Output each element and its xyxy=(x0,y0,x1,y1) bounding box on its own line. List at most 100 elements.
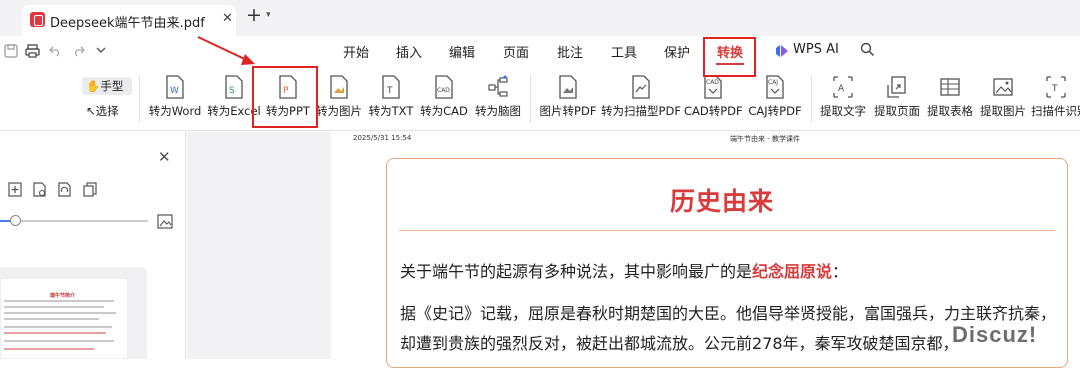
search-icon[interactable] xyxy=(860,42,875,57)
tab-annotate[interactable]: 批注 xyxy=(557,42,583,61)
thumbnail-text-line xyxy=(4,318,99,320)
annotation-arrow-icon xyxy=(197,36,255,65)
new-tab-button[interactable]: + xyxy=(246,4,262,26)
image-doc-icon xyxy=(330,75,348,99)
chevron-down-icon[interactable] xyxy=(96,47,106,54)
tab-edit[interactable]: 编辑 xyxy=(449,42,475,61)
image-to-pdf-icon xyxy=(559,75,577,99)
extract-text-button[interactable]: A 提取文字 xyxy=(818,75,868,125)
duplicate-page-icon[interactable] xyxy=(83,182,97,197)
image-icon[interactable] xyxy=(157,214,173,229)
thumbnail-text-line xyxy=(4,306,104,308)
thumbnail-text-line xyxy=(4,332,106,334)
close-tab-icon[interactable]: ✕ xyxy=(222,11,233,26)
convert-to-image-button[interactable]: 转为图片 xyxy=(315,75,363,125)
extract-table-button[interactable]: 提取表格 xyxy=(925,75,975,125)
redo-icon[interactable] xyxy=(72,44,85,57)
caj-to-pdf-button[interactable]: CAJ CAJ转PDF xyxy=(746,75,804,125)
page-header-text: 端午节由来 - 教学课件 xyxy=(730,135,800,143)
tab-insert[interactable]: 插入 xyxy=(396,42,422,61)
svg-text:CAD: CAD xyxy=(706,79,719,86)
tab-tools[interactable]: 工具 xyxy=(611,42,637,61)
close-panel-icon[interactable]: ✕ xyxy=(158,148,171,166)
divider xyxy=(139,75,140,123)
mindmap-icon xyxy=(488,75,508,97)
thumbnail-text-line xyxy=(4,300,114,302)
page-settings-icon[interactable] xyxy=(33,182,47,197)
word-doc-icon: W xyxy=(166,75,184,99)
hand-icon: ✋ xyxy=(86,79,101,93)
paragraph: 却遭到贵族的强烈反对，被赶出都城流放。公元前278年，秦军攻破楚国京都， xyxy=(400,334,959,353)
document-tab-title: Deepseek端午节由来.pdf xyxy=(50,16,205,31)
zoom-slider-handle[interactable] xyxy=(10,215,21,226)
pdf-icon xyxy=(30,12,45,27)
thumbnail-panel: ✕ 端午节简介 xyxy=(0,132,186,359)
tab-page[interactable]: 页面 xyxy=(503,42,529,61)
divider xyxy=(530,75,531,123)
ppt-doc-icon: P xyxy=(279,75,297,99)
thumbnail-title: 端午节简介 xyxy=(50,293,76,299)
thumbnail-text-line xyxy=(4,312,116,314)
svg-text:CAJ: CAJ xyxy=(768,79,778,86)
image-to-pdf-button[interactable]: 图片转PDF xyxy=(539,75,597,125)
extract-image-icon xyxy=(993,78,1013,96)
active-tab-indicator xyxy=(716,63,744,65)
convert-to-txt-button[interactable]: T 转为TXT xyxy=(367,75,415,125)
tab-protect[interactable]: 保护 xyxy=(664,42,690,61)
thumbnail-text-line xyxy=(4,348,94,350)
cad-to-pdf-icon: CAD xyxy=(704,75,722,99)
convert-to-excel-button[interactable]: S 转为Excel xyxy=(207,75,261,125)
page-timestamp: 2025/5/31 15:54 xyxy=(353,134,412,142)
thumbnail-text-line xyxy=(4,340,114,342)
svg-text:W: W xyxy=(170,86,179,96)
extract-image-button[interactable]: 提取图片 xyxy=(978,75,1028,125)
thumbnail-text-line xyxy=(4,326,112,328)
watermark: Discuz! xyxy=(952,322,1038,347)
svg-text:P: P xyxy=(283,86,289,96)
divider xyxy=(811,75,812,123)
scan-recognition-button[interactable]: T 扫描件识别 xyxy=(1031,75,1080,125)
zoom-slider-track[interactable] xyxy=(0,220,148,222)
excel-doc-icon: S xyxy=(225,75,243,99)
undo-icon[interactable] xyxy=(49,44,62,57)
section-title: 历史由来 xyxy=(670,187,775,216)
tab-bar: Deepseek端午节由来.pdf ✕ + ▾ xyxy=(0,0,1080,36)
convert-to-cad-button[interactable]: CAD 转为CAD xyxy=(419,75,469,125)
add-page-icon[interactable] xyxy=(8,182,22,197)
svg-text:S: S xyxy=(229,86,235,96)
convert-to-scanned-pdf-button[interactable]: 转为扫描型PDF xyxy=(601,75,681,125)
tab-wps-ai[interactable]: WPS AI xyxy=(793,42,839,57)
highlight-text: 纪念屈原说 xyxy=(752,262,833,281)
hand-tool-button[interactable]: ✋手型 xyxy=(82,77,132,95)
tab-home[interactable]: 开始 xyxy=(343,42,369,61)
document-tab[interactable]: Deepseek端午节由来.pdf ✕ xyxy=(22,5,236,36)
cad-to-pdf-button[interactable]: CAD CAD转PDF xyxy=(684,75,743,125)
select-tool-button[interactable]: ↖选择 xyxy=(86,103,119,119)
menu-row: 开始 插入 编辑 页面 批注 工具 保护 转换 WPS AI xyxy=(0,36,1080,67)
paragraph: 据《史记》记载，屈原是春秋时期楚国的大臣。他倡导举贤授能，富国强兵，力主联齐抗秦… xyxy=(400,304,1057,323)
convert-to-ppt-button[interactable]: P 转为PPT xyxy=(263,75,313,125)
extract-page-button[interactable]: 提取页面 xyxy=(872,75,922,125)
convert-ribbon: ✋手型 ↖选择 W 转为Word S 转为Excel P 转为PPT 转为图片 … xyxy=(0,67,1080,131)
extract-table-icon xyxy=(940,78,960,96)
paragraph: 关于端午节的起源有多种说法，其中影响最广的是纪念屈原说： xyxy=(400,262,849,281)
svg-text:T: T xyxy=(1051,84,1058,94)
title-divider xyxy=(399,230,1055,231)
extract-page-icon xyxy=(887,76,906,98)
cursor-icon: ↖ xyxy=(86,104,96,118)
convert-to-word-button[interactable]: W 转为Word xyxy=(146,75,204,125)
wps-ai-icon xyxy=(776,45,788,57)
convert-to-mindmap-button[interactable]: 转为脑图 xyxy=(473,75,523,125)
txt-doc-icon: T xyxy=(382,75,400,99)
svg-text:A: A xyxy=(838,84,845,94)
rotate-page-icon[interactable] xyxy=(58,182,72,197)
save-icon[interactable] xyxy=(4,44,18,58)
scan-recognition-icon: T xyxy=(1046,76,1066,98)
caj-to-pdf-icon: CAJ xyxy=(766,75,784,99)
chevron-down-icon[interactable]: ▾ xyxy=(266,10,271,20)
svg-text:T: T xyxy=(386,86,393,96)
extract-text-icon: A xyxy=(833,76,853,98)
tab-convert[interactable]: 转换 xyxy=(717,42,743,61)
print-icon[interactable] xyxy=(25,44,40,58)
svg-text:CAD: CAD xyxy=(437,87,450,94)
